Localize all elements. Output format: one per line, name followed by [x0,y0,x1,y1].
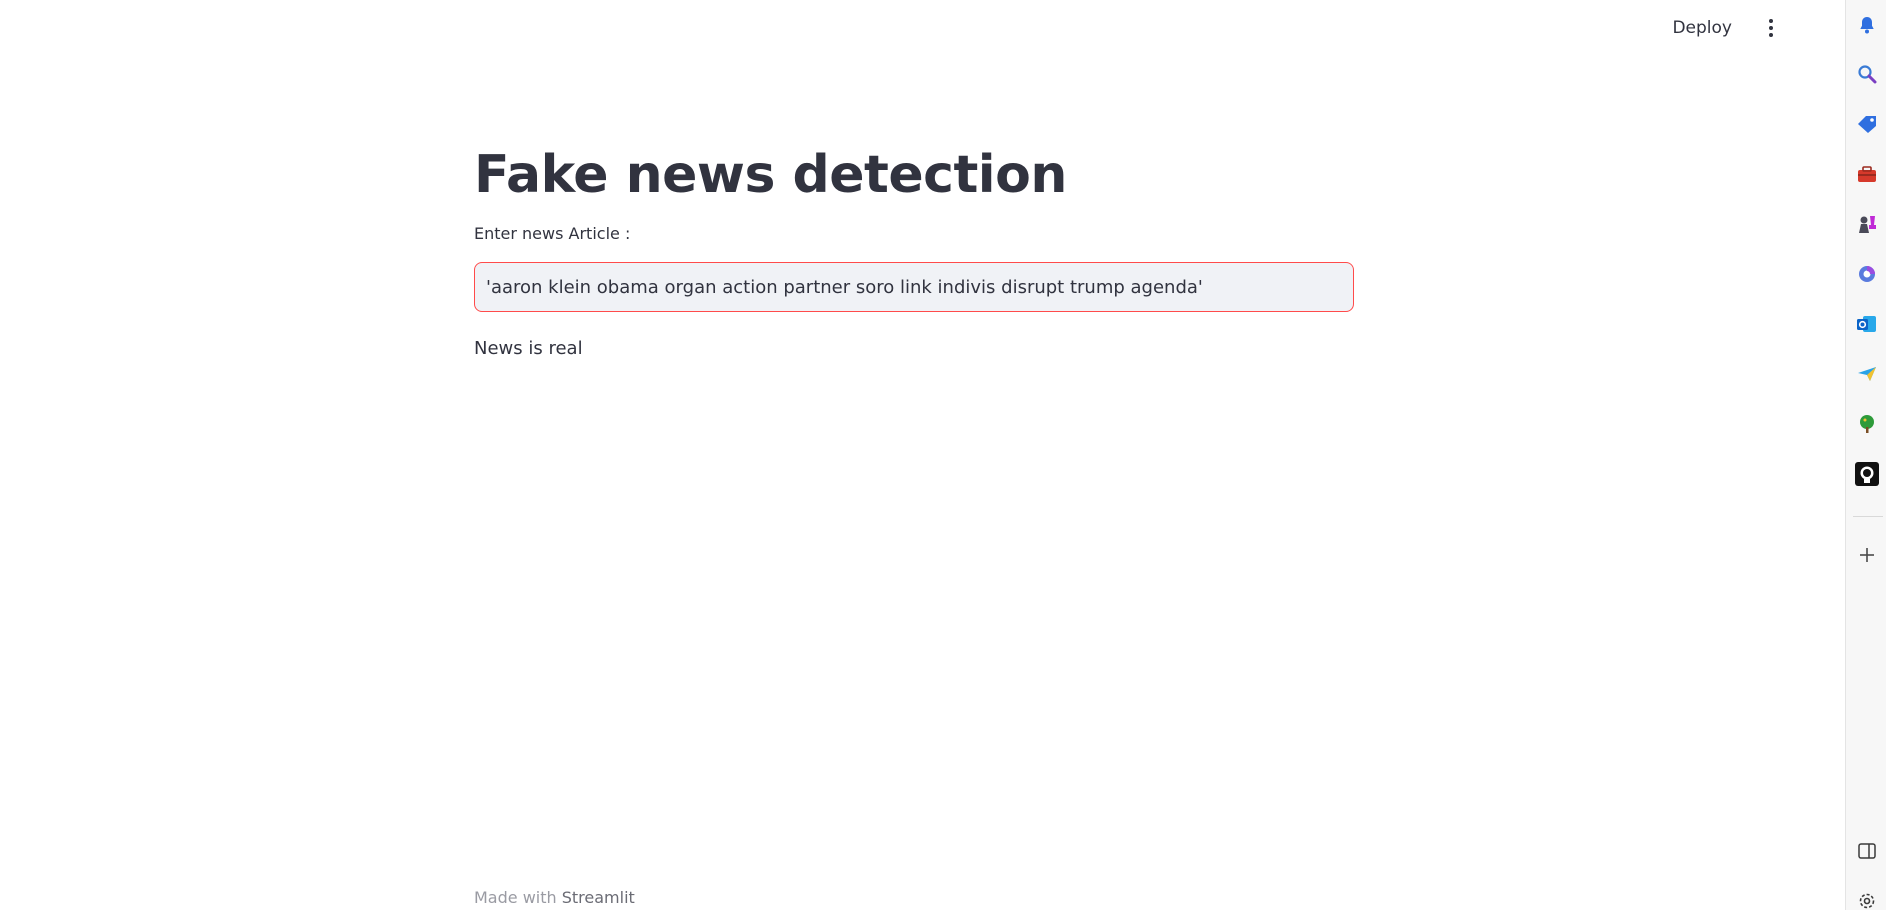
office-icon[interactable] [1854,261,1880,287]
chess-icon[interactable] [1854,211,1880,237]
github-icon[interactable] [1854,461,1880,487]
bell-icon[interactable] [1854,12,1880,38]
add-icon[interactable] [1854,542,1880,568]
prediction-result: News is real [474,338,583,359]
search-icon[interactable] [1854,61,1880,87]
split-view-icon[interactable] [1854,838,1880,864]
app-main: Deploy Fake news detection Enter news Ar… [0,0,1845,910]
article-input-label: Enter news Article : [474,224,631,243]
toolbox-icon[interactable] [1854,161,1880,187]
browser-sidebar [1845,0,1886,910]
settings-icon[interactable] [1854,888,1880,910]
tag-icon[interactable] [1854,111,1880,137]
deploy-button[interactable]: Deploy [1662,12,1742,44]
tree-icon[interactable] [1854,411,1880,437]
streamlit-link[interactable]: Streamlit [562,888,635,907]
more-menu-icon[interactable] [1756,13,1786,43]
send-icon[interactable] [1854,361,1880,387]
article-input[interactable] [474,262,1354,312]
sidebar-divider [1853,516,1883,517]
footer: Made with Streamlit [474,888,635,907]
top-toolbar: Deploy [1662,0,1804,56]
footer-prefix: Made with [474,888,562,907]
outlook-icon[interactable] [1854,311,1880,337]
main-content: Fake news detection Enter news Article :… [474,140,1354,359]
page-title: Fake news detection [474,145,1067,205]
